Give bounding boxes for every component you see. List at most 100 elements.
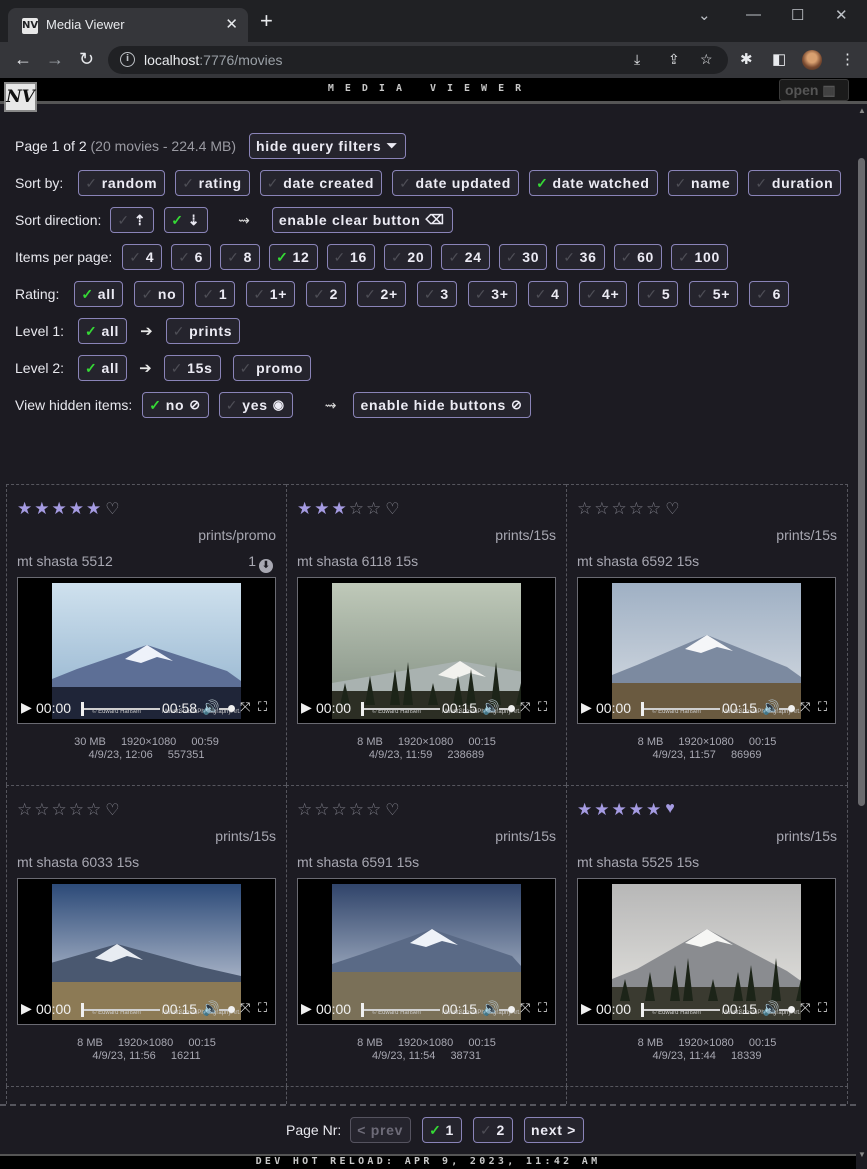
volume-icon[interactable]: 🔊 [202,1000,219,1017]
shrink-icon[interactable]: ⤧ [800,699,810,715]
fullscreen-icon[interactable]: ⛶ [258,699,267,715]
rating-6[interactable]: ✓ 6 [749,281,790,307]
rating-star-icon[interactable]: ☆ [629,499,645,519]
rating-5-[interactable]: ✓ 5+ [689,281,739,307]
per-page-12[interactable]: ✓ 12 [269,244,318,270]
fullscreen-icon[interactable]: ⛶ [818,1000,827,1016]
play-icon[interactable]: ▶ [301,1000,312,1017]
video-player[interactable]: © Edward Hansen MountShastaPhotographyAr… [297,577,556,724]
favorite-heart-icon[interactable]: ♥ [665,800,676,820]
rating-star-icon[interactable]: ★ [332,499,348,519]
video-player[interactable]: © Edward Hansen MountShastaPhotographyAr… [17,577,276,724]
category-tag[interactable]: prints/15s [215,828,276,844]
seek-bar[interactable] [82,708,160,710]
rating-star-icon[interactable]: ☆ [332,800,348,820]
rating-all[interactable]: ✓ all [74,281,124,307]
category-tag[interactable]: prints/15s [776,828,837,844]
category-tag[interactable]: prints/15s [495,828,556,844]
per-page-6[interactable]: ✓ 6 [171,244,212,270]
play-icon[interactable]: ▶ [581,699,592,716]
fullscreen-icon[interactable]: ⛶ [538,699,547,715]
rating-star-icon[interactable]: ★ [69,499,85,519]
volume-handle[interactable] [788,1006,795,1013]
shrink-icon[interactable]: ⤧ [240,1000,250,1016]
rating-star-icon[interactable]: ☆ [86,800,102,820]
fullscreen-icon[interactable]: ⛶ [258,1000,267,1016]
rating-star-icon[interactable]: ★ [594,800,610,820]
rating-star-icon[interactable]: ☆ [366,499,382,519]
volume-icon[interactable]: 🔊 [202,699,219,716]
rating-1-[interactable]: ✓ 1+ [246,281,296,307]
rating-4-[interactable]: ✓ 4+ [578,281,628,307]
seek-handle[interactable] [361,1003,364,1017]
close-tab-icon[interactable]: ✕ [225,15,238,33]
category-tag[interactable]: prints/15s [495,527,556,543]
seek-bar[interactable] [642,1009,720,1011]
sort-by-random[interactable]: ✓ random [78,170,166,196]
seek-handle[interactable] [81,702,84,716]
rating-star-icon[interactable]: ☆ [297,800,313,820]
rating-star-icon[interactable]: ★ [646,800,662,820]
scrollbar-thumb[interactable] [858,158,865,806]
volume-handle[interactable] [788,705,795,712]
rating-star-icon[interactable]: ★ [577,800,593,820]
rating-star-icon[interactable]: ★ [34,499,50,519]
shrink-icon[interactable]: ⤧ [520,699,530,715]
level2-all[interactable]: ✓ all [78,355,128,381]
rating-star-icon[interactable]: ★ [297,499,313,519]
play-icon[interactable]: ▶ [581,1000,592,1017]
rating-star-icon[interactable]: ☆ [349,499,365,519]
rating-5[interactable]: ✓ 5 [638,281,679,307]
seek-handle[interactable] [81,1003,84,1017]
volume-handle[interactable] [508,705,515,712]
level1-all[interactable]: ✓ all [78,318,128,344]
close-window-icon[interactable]: ✕ [835,6,848,24]
rating-4[interactable]: ✓ 4 [527,281,568,307]
hidden-no-button[interactable]: ✓ no ⊘ [142,392,209,418]
volume-handle[interactable] [508,1006,515,1013]
play-icon[interactable]: ▶ [301,699,312,716]
maximize-icon[interactable]: ☐ [791,6,804,24]
rating-star-icon[interactable]: ☆ [314,800,330,820]
sort-by-name[interactable]: ✓ name [667,170,739,196]
sort-by-date-watched[interactable]: ✓ date watched [529,170,658,196]
rating-star-icon[interactable]: ★ [314,499,330,519]
browser-tab[interactable]: NV Media Viewer ✕ [8,8,248,42]
per-page-100[interactable]: ✓ 100 [671,244,728,270]
scroll-down-icon[interactable]: ▼ [858,1150,866,1159]
extensions-icon[interactable]: ✱ [740,50,753,68]
seek-bar[interactable] [362,708,440,710]
rating-2[interactable]: ✓ 2 [306,281,347,307]
rating-star-icon[interactable]: ☆ [594,499,610,519]
seek-handle[interactable] [641,702,644,716]
rating-no[interactable]: ✓ no [134,281,185,307]
seek-handle[interactable] [361,702,364,716]
rating-3[interactable]: ✓ 3 [416,281,457,307]
level1-prints[interactable]: ✓ prints [165,318,241,344]
site-info-icon[interactable]: i [120,52,135,67]
video-player[interactable]: © Edward Hansen MountShastaPhotographyAr… [297,878,556,1025]
per-page-4[interactable]: ✓ 4 [122,244,163,270]
level2-promo[interactable]: ✓ promo [232,355,312,381]
back-icon[interactable]: ← [14,49,32,69]
rating-star-icon[interactable]: ☆ [349,800,365,820]
rating-star-icon[interactable]: ☆ [17,800,33,820]
new-tab-icon[interactable]: + [260,10,273,32]
play-icon[interactable]: ▶ [21,1000,32,1017]
favorite-heart-icon[interactable]: ♡ [105,499,120,519]
favorite-heart-icon[interactable]: ♡ [105,800,120,820]
rating-3-[interactable]: ✓ 3+ [467,281,517,307]
sort-by-duration[interactable]: ✓ duration [748,170,842,196]
per-page-8[interactable]: ✓ 8 [220,244,261,270]
level2-15s[interactable]: ✓ 15s [163,355,221,381]
rating-star-icon[interactable]: ☆ [646,499,662,519]
seek-bar[interactable] [82,1009,160,1011]
forward-icon[interactable]: → [46,49,64,69]
enable-clear-button[interactable]: enable clear button ⌫ [271,207,453,233]
volume-icon[interactable]: 🔊 [762,699,779,716]
per-page-60[interactable]: ✓ 60 [613,244,663,270]
category-tag[interactable]: prints/15s [776,527,837,543]
favorite-heart-icon[interactable]: ♡ [665,499,680,519]
seek-handle[interactable] [641,1003,644,1017]
sidebar-icon[interactable]: ◧ [772,50,786,68]
